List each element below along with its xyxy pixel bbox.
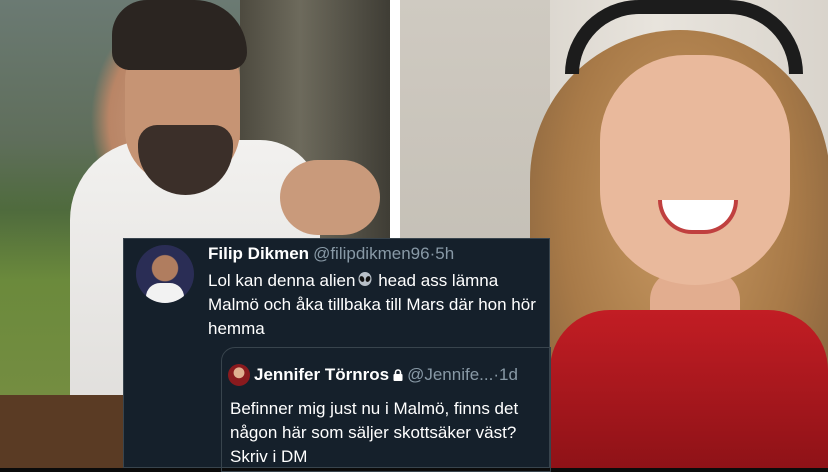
author-name[interactable]: Filip Dikmen: [208, 244, 309, 263]
quoted-author-avatar[interactable]: [228, 364, 250, 386]
avatar-suit: [146, 283, 184, 303]
headband: [565, 0, 803, 74]
quoted-tweet[interactable]: Jennifer Törnros @Jennife...·1d Befinner …: [221, 347, 551, 472]
tweet-time[interactable]: 5h: [435, 244, 454, 263]
woman-face: [600, 55, 790, 285]
red-blouse: [550, 310, 828, 468]
tweet-text-part1: Lol kan denna alien: [208, 271, 356, 290]
tweet-text: Lol kan denna alien head ass lämna Malmö…: [208, 269, 543, 341]
author-avatar[interactable]: [136, 245, 194, 303]
quoted-tweet-text: Befinner mig just nu i Malmö, finns det …: [230, 399, 519, 466]
man-hair: [112, 0, 247, 70]
quoted-tweet-time[interactable]: 1d: [499, 365, 518, 384]
quoted-author-handle[interactable]: @Jennife...: [407, 365, 493, 384]
pointing-hand: [280, 160, 380, 235]
tweet-header: Filip Dikmen @filipdikmen96·5h: [208, 244, 454, 264]
tweet-card[interactable]: Filip Dikmen @filipdikmen96·5h Lol kan de…: [123, 238, 551, 472]
quoted-author-name[interactable]: Jennifer Törnros: [254, 365, 389, 384]
lock-icon: [393, 369, 403, 381]
quoted-tweet-header: Jennifer Törnros @Jennife...·1d: [254, 365, 518, 385]
wooden-table: [0, 395, 130, 468]
alien-icon: [358, 272, 372, 286]
author-handle[interactable]: @filipdikmen96: [313, 244, 429, 263]
